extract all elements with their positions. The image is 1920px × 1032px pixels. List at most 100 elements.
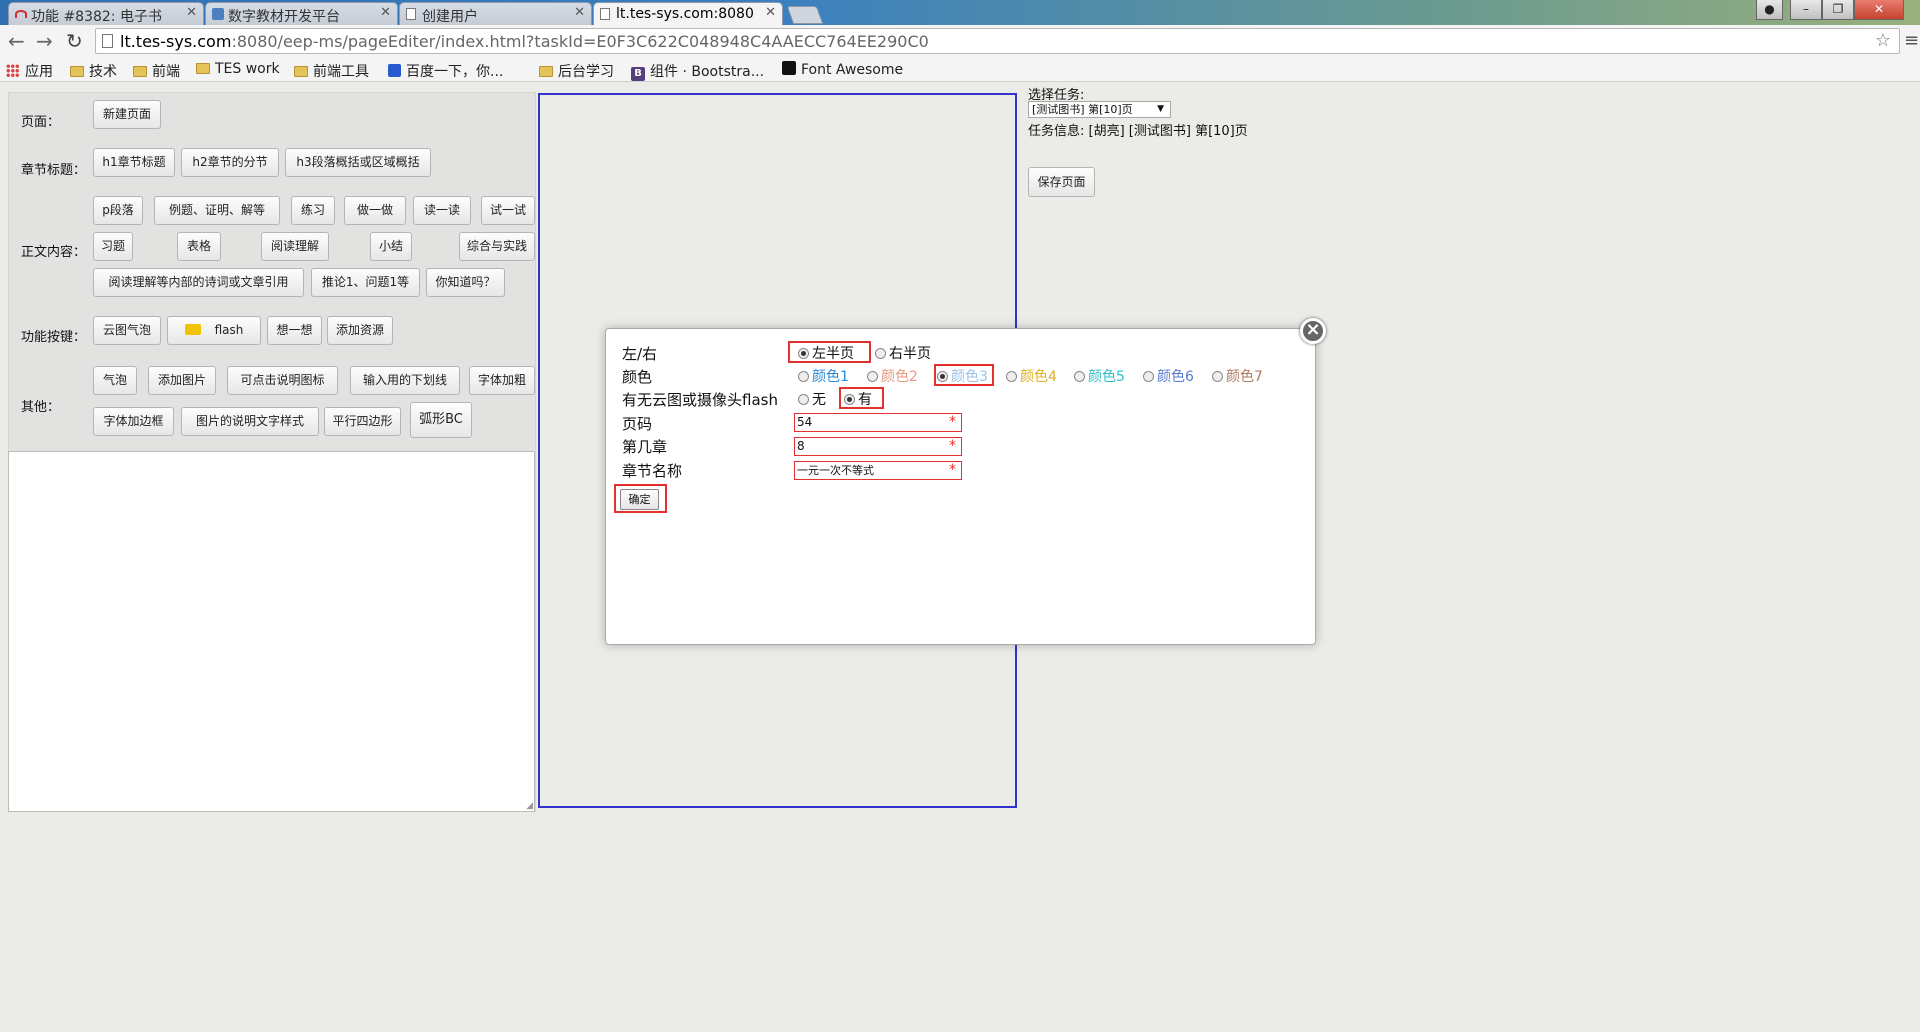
bootstrap-icon: B <box>631 67 645 81</box>
exercise-button[interactable]: 练习 <box>291 196 335 225</box>
minimize-icon[interactable]: – <box>1790 0 1822 20</box>
tab-feature[interactable]: 功能 #8382: 电子书 ✕ <box>8 2 204 25</box>
corollary-button[interactable]: 推论1、问题1等 <box>311 268 420 297</box>
table-button[interactable]: 表格 <box>177 232 221 261</box>
star-icon[interactable]: ☆ <box>1875 30 1891 51</box>
bookmark-font-awesome[interactable]: Font Awesome <box>782 61 903 78</box>
required-mark: * <box>949 414 956 430</box>
quote-button[interactable]: 阅读理解等内部的诗词或文章引用 <box>93 268 304 297</box>
radio-icon <box>844 394 855 405</box>
flash-question-label: 有无云图或摄像头flash <box>622 391 778 409</box>
color-radio-2[interactable]: 颜色2 <box>867 366 918 386</box>
menu-icon[interactable]: ≡ <box>1904 30 1919 51</box>
address-bar[interactable]: lt.tes-sys.com:8080/eep-ms/pageEditer/in… <box>95 28 1900 54</box>
paragraph-button[interactable]: p段落 <box>93 196 143 225</box>
chapter-number-input[interactable]: 8 * <box>794 437 962 456</box>
camera-icon <box>184 324 201 335</box>
color-radio-1[interactable]: 颜色1 <box>798 366 849 386</box>
cloud-bubble-button[interactable]: 云图气泡 <box>93 316 161 345</box>
h1-button[interactable]: h1章节标题 <box>93 148 175 177</box>
html-editor-textarea[interactable]: ◢ <box>8 451 535 812</box>
add-resource-button[interactable]: 添加资源 <box>327 316 393 345</box>
color-radio-5[interactable]: 颜色5 <box>1074 366 1125 386</box>
close-icon[interactable]: ✕ <box>765 5 776 20</box>
radio-icon <box>1006 371 1017 382</box>
problems-button[interactable]: 习题 <box>93 232 133 261</box>
flash-button[interactable]: flash <box>167 316 261 345</box>
read-it-button[interactable]: 读一读 <box>413 196 471 225</box>
clickable-icon-button[interactable]: 可点击说明图标 <box>227 366 338 395</box>
dialog-close-icon[interactable]: × <box>1300 318 1326 344</box>
bookmark-backend[interactable]: 后台学习 <box>539 61 614 81</box>
confirm-button[interactable]: 确定 <box>620 489 659 510</box>
bookmark-baidu[interactable]: 百度一下，你... <box>388 61 503 81</box>
page-number-input[interactable]: 54 * <box>794 413 962 432</box>
parallelogram-button[interactable]: 平行四边形 <box>324 407 401 436</box>
reload-icon[interactable]: ↻ <box>66 29 83 53</box>
color-radio-6[interactable]: 颜色6 <box>1143 366 1194 386</box>
flash-no-radio[interactable]: 无 <box>798 389 826 409</box>
caption-style-button[interactable]: 图片的说明文字样式 <box>181 407 319 436</box>
h2-button[interactable]: h2章节的分节 <box>181 148 279 177</box>
folder-icon <box>294 66 308 77</box>
bold-font-button[interactable]: 字体加粗 <box>469 366 535 395</box>
color-radio-3[interactable]: 颜色3 <box>937 366 988 386</box>
close-icon[interactable]: ✕ <box>574 5 585 20</box>
new-tab-button[interactable] <box>786 6 824 24</box>
reading-button[interactable]: 阅读理解 <box>261 232 329 261</box>
color-radio-4[interactable]: 颜色4 <box>1006 366 1057 386</box>
task-select[interactable]: [测试图书] 第[10]页 ▼ <box>1028 101 1171 118</box>
tab-editor[interactable]: lt.tes-sys.com:8080 ✕ <box>593 2 783 25</box>
underline-input-button[interactable]: 输入用的下划线 <box>350 366 460 395</box>
chapter-name-input[interactable]: 一元一次不等式 * <box>794 461 962 480</box>
flash-yes-radio[interactable]: 有 <box>844 389 872 409</box>
page-icon <box>102 34 113 48</box>
practice-button[interactable]: 综合与实践 <box>459 232 535 261</box>
add-image-button[interactable]: 添加图片 <box>148 366 216 395</box>
dropdown-arrow-icon: ▼ <box>1157 104 1164 114</box>
back-icon[interactable]: ← <box>8 29 25 53</box>
site-icon <box>212 8 224 20</box>
bookmark-frontend[interactable]: 前端 <box>133 61 180 81</box>
radio-icon <box>937 371 948 382</box>
folder-icon <box>196 63 210 74</box>
baidu-icon <box>388 64 401 77</box>
save-page-button[interactable]: 保存页面 <box>1028 167 1095 197</box>
maximize-icon[interactable]: ❐ <box>1822 0 1854 20</box>
color-radio-7[interactable]: 颜色7 <box>1212 366 1263 386</box>
did-you-know-button[interactable]: 你知道吗？ <box>426 268 505 297</box>
right-half-radio[interactable]: 右半页 <box>875 343 931 363</box>
border-font-button[interactable]: 字体加边框 <box>93 407 174 436</box>
chapter-row-label: 章节标题： <box>21 163 87 178</box>
h3-button[interactable]: h3段落概括或区域概括 <box>285 148 431 177</box>
browser-toolbar: ← → ↻ lt.tes-sys.com:8080/eep-ms/pageEdi… <box>0 25 1920 58</box>
folder-icon <box>70 66 84 77</box>
close-icon[interactable]: ✕ <box>380 5 391 20</box>
radio-icon <box>798 348 809 359</box>
resize-handle-icon[interactable]: ◢ <box>526 801 533 811</box>
bookmark-tes-work[interactable]: TES work <box>196 61 280 77</box>
do-it-button[interactable]: 做一做 <box>344 196 406 225</box>
bookmark-tech[interactable]: 技术 <box>70 61 117 81</box>
user-icon[interactable]: ● <box>1756 0 1783 20</box>
forward-icon[interactable]: → <box>36 29 53 53</box>
apps-icon <box>6 64 19 77</box>
summary-button[interactable]: 小结 <box>370 232 412 261</box>
required-mark: * <box>949 462 956 478</box>
tab-platform[interactable]: 数字教材开发平台 ✕ <box>205 2 398 25</box>
try-it-button[interactable]: 试一试 <box>481 196 535 225</box>
color-option-label: 颜色1 <box>812 369 849 385</box>
bookmark-apps[interactable]: 应用 <box>6 61 53 81</box>
example-button[interactable]: 例题、证明、解等 <box>154 196 280 225</box>
bubble-button[interactable]: 气泡 <box>93 366 137 395</box>
new-page-button[interactable]: 新建页面 <box>93 100 161 129</box>
color-option-label: 颜色3 <box>951 369 988 385</box>
close-icon[interactable]: ✕ <box>186 5 197 20</box>
arc-bc-button[interactable]: 弧形BC <box>410 402 472 438</box>
bookmark-frontend-tools[interactable]: 前端工具 <box>294 61 369 81</box>
tab-create-user[interactable]: 创建用户 ✕ <box>399 2 592 25</box>
left-half-radio[interactable]: 左半页 <box>798 343 854 363</box>
bookmark-bootstrap[interactable]: B 组件 · Bootstra... <box>631 61 764 81</box>
window-close-icon[interactable]: ✕ <box>1854 0 1904 20</box>
think-button[interactable]: 想一想 <box>267 316 322 345</box>
